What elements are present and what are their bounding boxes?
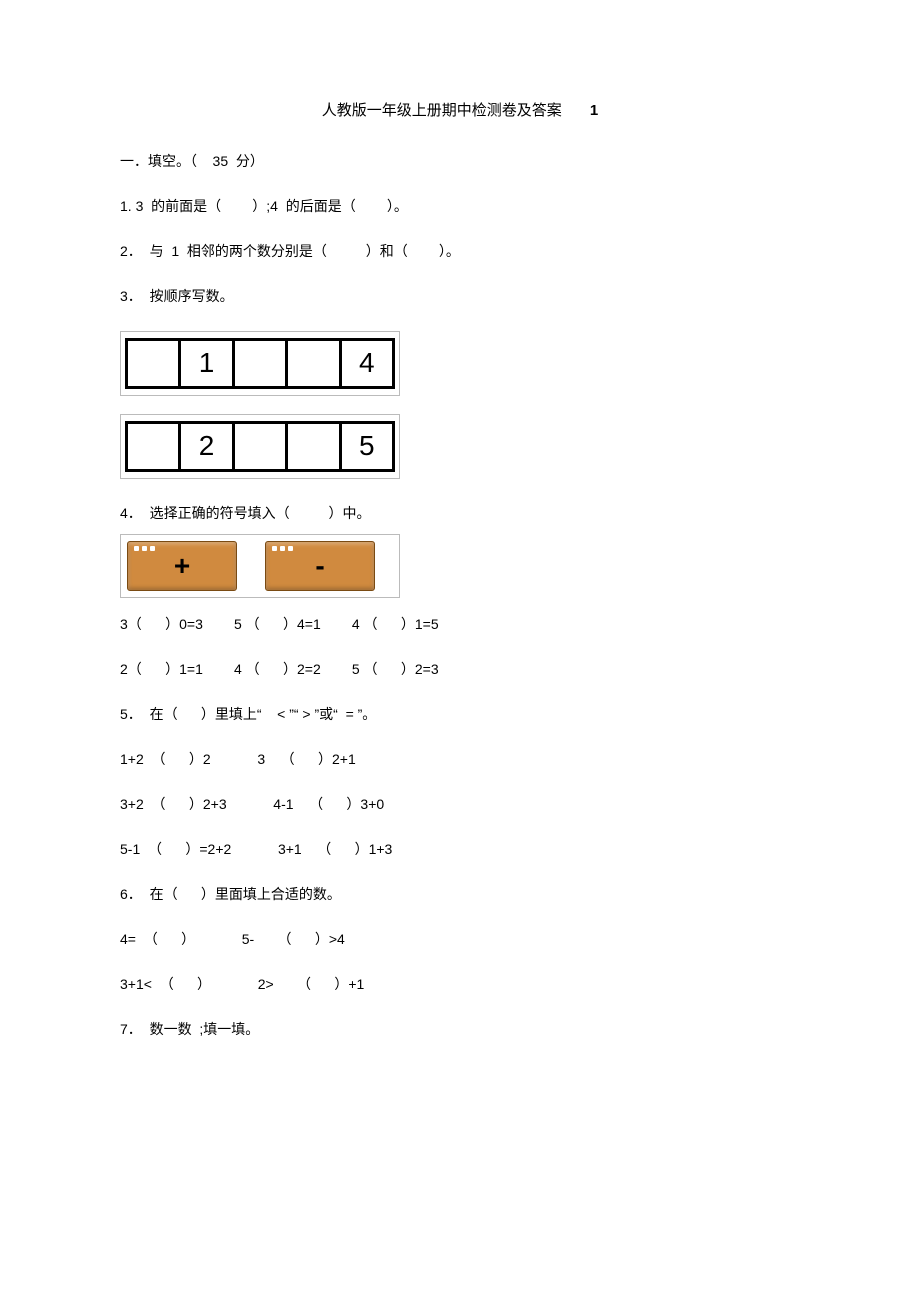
- seq-cell: [127, 339, 180, 387]
- plus-card: +: [127, 541, 237, 591]
- q5-row-3: 5-1 （ ）=2+2 3+1 （ ）1+3: [120, 839, 800, 860]
- seq-cell: 5: [340, 422, 393, 470]
- seq-cell: 1: [180, 339, 233, 387]
- q6-row-1: 4= （ ） 5- （ ）>4: [120, 929, 800, 950]
- table-row: 2 5: [127, 422, 394, 470]
- title-text: 人教版一年级上册期中检测卷及答案: [322, 102, 562, 119]
- question-2: 2． 与 1 相邻的两个数分别是（ ）和（ ）。: [120, 241, 800, 262]
- q4-row-2: 2（ ）1=1 4 （ ）2=2 5 （ ）2=3: [120, 659, 800, 680]
- card-dots-icon: [134, 546, 155, 551]
- operator-cards: + -: [120, 534, 400, 598]
- seq-cell: [127, 422, 180, 470]
- minus-card: -: [265, 541, 375, 591]
- table-row: 1 4: [127, 339, 394, 387]
- section-1-header: 一．填空。（ 35 分）: [120, 151, 800, 172]
- question-6: 6． 在（ ）里面填上合适的数。: [120, 884, 800, 905]
- question-4: 4． 选择正确的符号填入（ ）中。: [120, 503, 800, 524]
- sequence-box-2: 2 5: [120, 414, 400, 479]
- page-title: 人教版一年级上册期中检测卷及答案 1: [120, 100, 800, 123]
- sequence-table-2: 2 5: [125, 421, 395, 472]
- q6-row-2: 3+1< （ ） 2> （ ）+1: [120, 974, 800, 995]
- title-number: 1: [590, 102, 598, 119]
- seq-cell: [287, 339, 340, 387]
- seq-cell: [287, 422, 340, 470]
- sequence-box-1: 1 4: [120, 331, 400, 396]
- question-3: 3． 按顺序写数。: [120, 286, 800, 307]
- seq-cell: 4: [340, 339, 393, 387]
- plus-symbol: +: [174, 545, 190, 587]
- seq-cell: 2: [180, 422, 233, 470]
- seq-cell: [233, 339, 286, 387]
- sequence-table-1: 1 4: [125, 338, 395, 389]
- q5-row-2: 3+2 （ ）2+3 4-1 （ ）3+0: [120, 794, 800, 815]
- question-1: 1. 3 的前面是（ ）;4 的后面是（ ）。: [120, 196, 800, 217]
- minus-symbol: -: [315, 545, 324, 587]
- question-5: 5． 在（ ）里填上“ < ”“ > ”或“ = ”。: [120, 704, 800, 725]
- seq-cell: [233, 422, 286, 470]
- q4-row-1: 3（ ）0=3 5 （ ）4=1 4 （ ）1=5: [120, 614, 800, 635]
- q5-row-1: 1+2 （ ）2 3 （ ）2+1: [120, 749, 800, 770]
- card-dots-icon: [272, 546, 293, 551]
- question-7: 7． 数一数 ;填一填。: [120, 1019, 800, 1040]
